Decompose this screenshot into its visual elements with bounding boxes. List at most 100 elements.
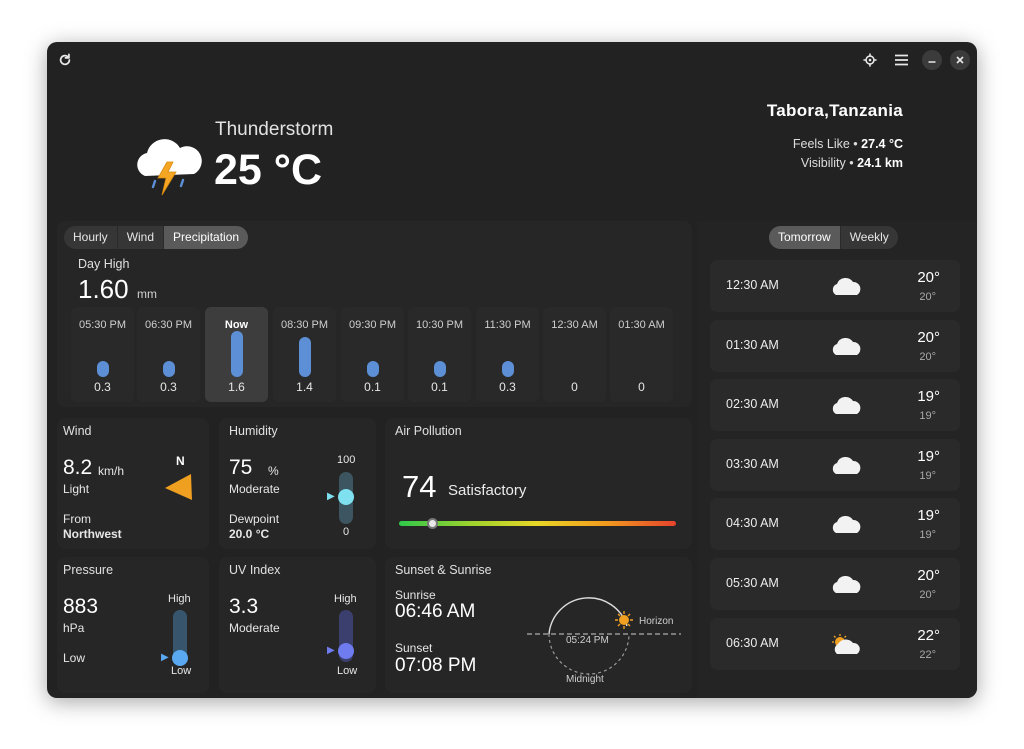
forecast-high: 19° <box>917 507 940 525</box>
wind-description: Light <box>63 482 90 496</box>
forecast-time: 01:30 AM <box>726 337 779 352</box>
humidity-pointer-icon: ▶ <box>327 491 335 502</box>
precip-bar <box>367 361 379 377</box>
forecast-row[interactable]: 06:30 AM 22° 22° <box>710 617 960 670</box>
feels-like: Feels Like • 27.4 °C <box>793 137 903 151</box>
hour-column: 01:30 AM 0 <box>610 307 673 402</box>
forecast-low: 20° <box>919 291 936 303</box>
hour-time: Now <box>224 319 249 331</box>
sunset-label: Sunset <box>395 641 433 655</box>
hour-column: 08:30 PM 1.4 <box>273 307 336 402</box>
forecast-time: 02:30 AM <box>726 397 779 412</box>
wind-from-label: From <box>63 512 91 526</box>
dewpoint-label: Dewpoint <box>229 512 280 526</box>
hour-precip-value: 0.3 <box>160 380 177 394</box>
pressure-title: Pressure <box>63 563 114 577</box>
forecast-row[interactable]: 01:30 AM 20° 20° <box>710 319 960 372</box>
hour-column: 05:30 PM 0.3 <box>71 307 134 402</box>
hour-time: 12:30 AM <box>551 319 598 331</box>
forecast-row[interactable]: 05:30 AM 20° 20° <box>710 558 960 610</box>
forecast-low: 19° <box>919 529 936 542</box>
humidity-value: 75 <box>229 456 253 479</box>
tab-wind[interactable]: Wind <box>118 226 165 249</box>
cloud-icon <box>832 516 861 534</box>
tab-weekly[interactable]: Weekly <box>841 226 898 249</box>
hour-precip-value: 1.4 <box>296 380 313 394</box>
visibility: Visibility • 24.1 km <box>801 156 903 170</box>
close-icon <box>956 56 964 64</box>
forecast-high: 20° <box>917 328 940 346</box>
refresh-button[interactable] <box>55 50 75 70</box>
humidity-description: Moderate <box>229 482 280 496</box>
locate-button[interactable] <box>860 50 880 70</box>
feels-like-value: 27.4 °C <box>861 137 903 151</box>
hour-column: 09:30 PM 0.1 <box>341 307 404 402</box>
forecast-low: 19° <box>919 410 936 423</box>
tab-hourly[interactable]: Hourly <box>64 226 118 249</box>
forecast-time: 12:30 AM <box>726 278 779 292</box>
hour-time: 06:30 PM <box>144 319 193 331</box>
hour-time: 01:30 AM <box>618 319 665 331</box>
cloud-icon <box>832 397 861 415</box>
pressure-unit: hPa <box>63 621 85 635</box>
pressure-pointer-icon: ▶ <box>161 652 169 663</box>
forecast-low: 19° <box>919 469 936 482</box>
humidity-min-label: 0 <box>343 526 350 538</box>
air-quality-description: Satisfactory <box>448 482 527 499</box>
feels-like-label: Feels Like • <box>792 137 858 151</box>
pressure-low-label: Low <box>171 665 192 677</box>
forecast-row[interactable]: 12:30 AM 20° 20° <box>710 260 960 312</box>
uv-index-description: Moderate <box>229 621 280 635</box>
close-button[interactable] <box>950 50 970 70</box>
forecast-row[interactable]: 03:30 AM 19° 19° <box>710 438 960 491</box>
hour-column: 11:30 PM 0.3 <box>476 307 539 402</box>
main-menu-button[interactable] <box>891 50 911 70</box>
minimize-button[interactable] <box>922 50 942 70</box>
forecast-low: 22° <box>919 648 936 661</box>
precip-bar <box>231 331 243 377</box>
uv-low-label: Low <box>337 665 358 677</box>
horizon-label: Horizon <box>639 616 674 627</box>
forecast-row[interactable]: 04:30 AM 19° 19° <box>710 498 960 551</box>
midnight-label: Midnight <box>566 674 604 685</box>
pressure-description: Low <box>63 651 86 665</box>
hour-column: 06:30 PM 0.3 <box>137 307 200 402</box>
cloud-icon <box>832 337 861 355</box>
forecast-high: 20° <box>917 567 940 584</box>
hour-time: 05:30 PM <box>78 319 127 331</box>
pressure-high-label: High <box>168 593 191 605</box>
hamburger-menu-icon <box>894 54 908 66</box>
sunset-time: 07:08 PM <box>395 655 477 676</box>
pressure-value: 883 <box>63 595 99 618</box>
humidity-max-label: 100 <box>337 454 356 466</box>
sunrise-time: 06:46 AM <box>395 601 476 622</box>
precip-bar <box>163 361 175 377</box>
air-quality-index: 74 <box>402 469 437 504</box>
forecast-time: 04:30 AM <box>726 516 779 531</box>
hour-precip-value: 1.6 <box>228 380 245 394</box>
compass-north-label: N <box>176 454 185 468</box>
air-pollution-title: Air Pollution <box>395 424 462 438</box>
hour-precip-value: 0 <box>638 380 645 394</box>
sun-title: Sunset & Sunrise <box>395 563 492 577</box>
day-high-label: Day High <box>78 257 130 271</box>
crosshair-icon <box>863 53 877 67</box>
hour-precip-value: 0.1 <box>431 380 448 394</box>
hour-time: 11:30 PM <box>484 319 531 331</box>
sunrise-label: Sunrise <box>395 588 436 602</box>
tab-precipitation[interactable]: Precipitation <box>164 226 249 249</box>
weather-app-window: Thunderstorm 25 °C Tabora,Tanzania Feels… <box>47 42 977 698</box>
hour-precip-value: 0 <box>571 380 578 394</box>
wind-direction-icon <box>165 474 192 500</box>
tab-tomorrow[interactable]: Tomorrow <box>769 226 841 249</box>
forecast-row[interactable]: 02:30 AM 19° 19° <box>710 379 960 432</box>
current-condition: Thunderstorm <box>215 119 334 140</box>
wind-unit: km/h <box>98 464 125 478</box>
hour-precip-value: 0.1 <box>364 380 381 394</box>
current-temperature: 25 °C <box>214 146 323 194</box>
air-quality-knob <box>427 518 438 529</box>
precip-bar <box>97 361 109 377</box>
location-name: Tabora,Tanzania <box>766 101 903 120</box>
chart-tabs: Hourly Wind Precipitation <box>64 226 249 249</box>
forecast-high: 19° <box>917 388 940 406</box>
